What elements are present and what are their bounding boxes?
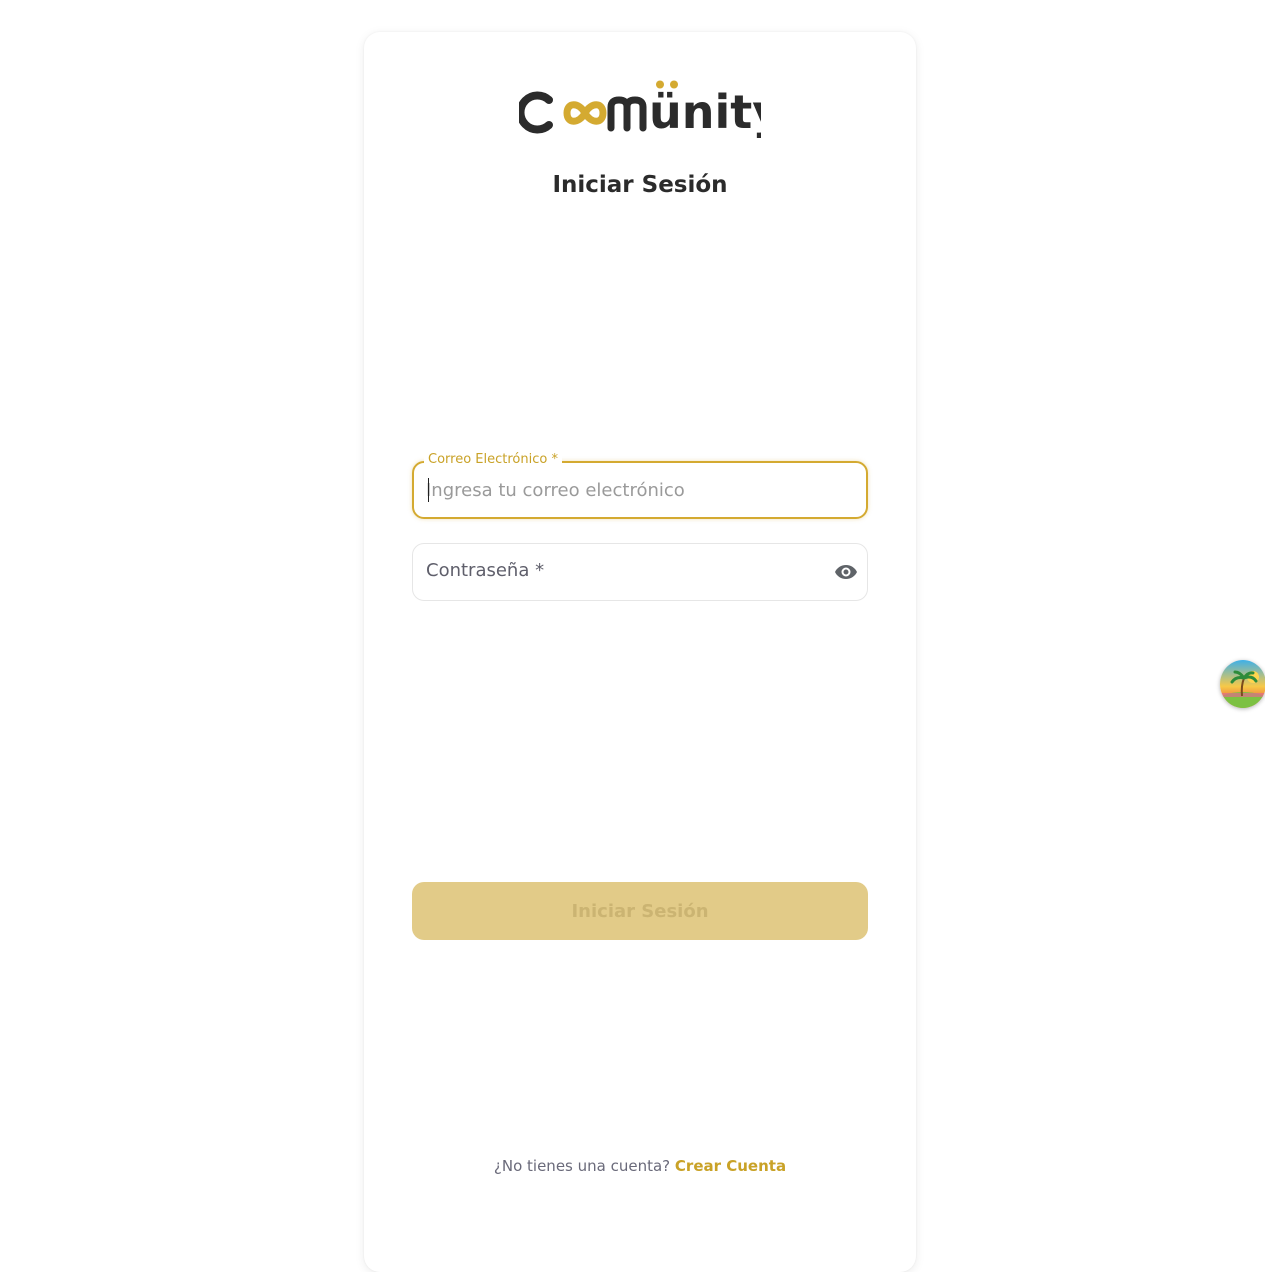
palm-island-icon[interactable]: [1220, 660, 1265, 708]
svg-text:ünity: ünity: [649, 85, 761, 139]
eye-icon[interactable]: [834, 560, 858, 584]
login-button[interactable]: Iniciar Sesión: [412, 882, 868, 940]
login-card: ünity Iniciar Sesión Correo Electrónico …: [364, 32, 916, 1272]
password-label: Contraseña *: [426, 560, 545, 581]
signup-prompt: ¿No tienes una cuenta? Crear Cuenta: [364, 1157, 916, 1175]
password-field[interactable]: Contraseña *: [412, 543, 868, 601]
signup-question: ¿No tienes una cuenta?: [493, 1157, 671, 1175]
page-title: Iniciar Sesión: [552, 172, 728, 198]
email-input[interactable]: [426, 463, 826, 517]
email-field[interactable]: Correo Electrónico *: [412, 452, 868, 519]
create-account-link[interactable]: Crear Cuenta: [675, 1157, 786, 1175]
coomunity-logo: ünity: [519, 80, 761, 139]
text-caret: [428, 478, 429, 502]
